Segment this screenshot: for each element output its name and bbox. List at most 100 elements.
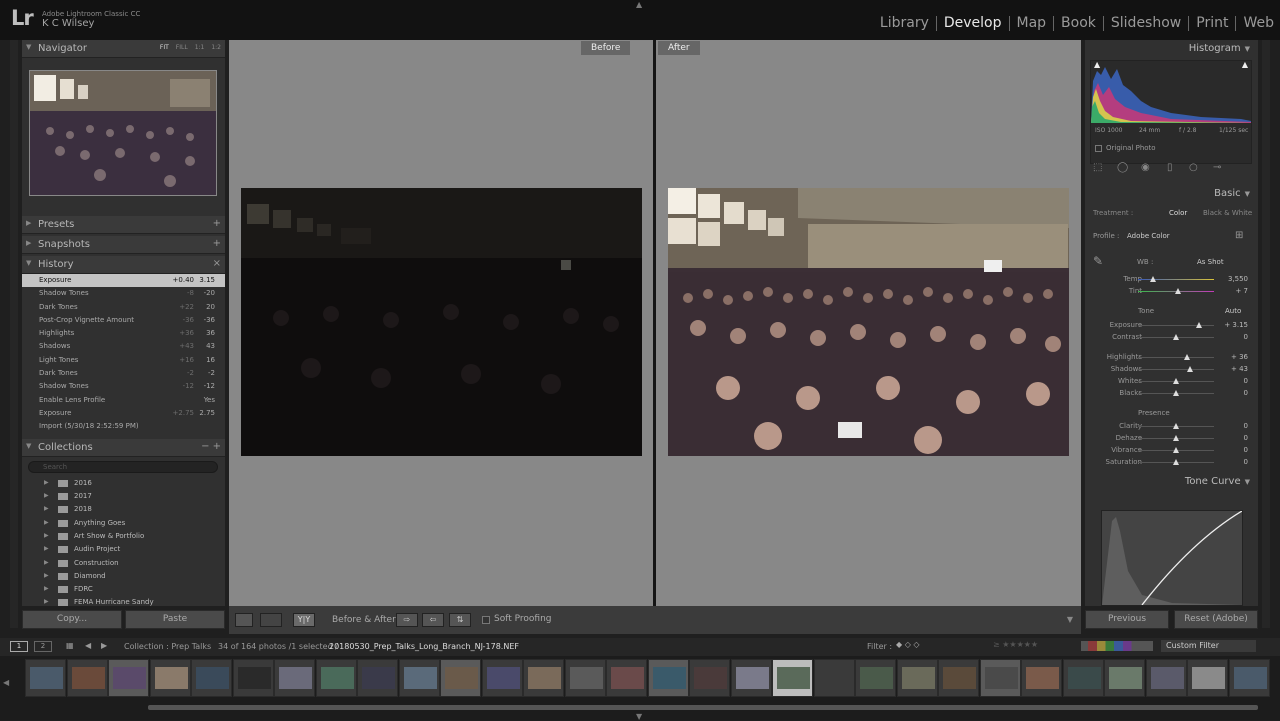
dehaze-value[interactable]: 0 [1244,434,1248,442]
filmstrip-thumbnail[interactable] [855,659,896,697]
collection-item[interactable]: ▶ 2017 [22,490,225,503]
collection-item[interactable]: ▶ Construction [22,557,225,570]
filmstrip-thumbnail[interactable] [813,659,855,697]
filmstrip-thumbnail[interactable] [564,659,606,697]
filmstrip-thumbnail[interactable] [398,659,440,697]
filmstrip-thumbnail[interactable] [1228,659,1270,697]
exposure-slider[interactable]: Exposure + 3.15 [1085,320,1258,332]
filmstrip-left-icon[interactable]: ◀ [3,678,9,687]
history-item[interactable]: Import (5/30/18 2:52:59 PM) [22,420,225,433]
zoom-1-2[interactable]: 1:2 [211,44,221,51]
snapshots-header[interactable]: ▶ Snapshots + [22,236,225,254]
window-2-button[interactable]: 2 [34,641,52,652]
before-after-mode[interactable]: Y|Y [293,613,315,627]
filmstrip-thumbnail[interactable] [647,659,689,697]
adjustment-brush-icon[interactable]: ⊸ [1213,162,1221,173]
collection-item[interactable]: ▶ 2018 [22,503,225,516]
zoom-1-1[interactable]: 1:1 [195,44,205,51]
module-print[interactable]: Print [1189,16,1237,31]
add-preset-icon[interactable]: + [213,218,221,229]
original-photo-checkbox[interactable] [1095,145,1102,152]
filmstrip-thumbnail[interactable] [108,659,149,697]
highlights-handle[interactable] [1184,354,1191,360]
window-1-button[interactable]: 1 [10,641,28,652]
clarity-value[interactable]: 0 [1244,422,1248,430]
treatment-bw[interactable]: Black & White [1203,209,1252,217]
collection-item[interactable]: ▶ Anything Goes [22,517,225,530]
filmstrip-thumbnail[interactable] [1187,659,1228,697]
left-panel-edge[interactable] [10,40,18,628]
history-item[interactable]: Dark Tones -2 -2 [22,367,225,380]
collections-search[interactable]: Search [28,461,218,473]
ref-view-icon[interactable] [260,613,282,627]
history-item[interactable]: Highlights +36 36 [22,327,225,340]
highlight-clip-icon[interactable]: ▲ [1242,60,1248,69]
rating-filter-icon[interactable]: ≥ ★★★★★ [993,640,1038,649]
histogram-header[interactable]: Histogram ▼ [1189,43,1250,54]
crop-tool-icon[interactable]: ⬚ [1093,162,1102,173]
contrast-handle[interactable] [1173,334,1179,340]
previous-button[interactable]: Previous [1085,610,1169,629]
filmstrip-thumbnail[interactable] [772,659,813,697]
filmstrip-thumbnail[interactable] [689,659,730,697]
toolbar-menu-icon[interactable]: ▼ [1067,615,1073,624]
shadows-handle[interactable] [1186,366,1193,372]
collection-item[interactable]: ▶ FEMA Hurricane Sandy [22,596,225,609]
grid-view-icon[interactable]: ▦ [66,641,74,650]
histogram-graph[interactable]: ▲ ▲ ISO 1000 24 mm f / 2.8 1/125 sec Ori… [1090,60,1252,164]
copy-after-to-before-icon[interactable]: ⇦ [422,613,444,627]
saturation-handle[interactable] [1173,459,1179,465]
shadows-value[interactable]: + 43 [1231,365,1248,373]
back-icon[interactable]: ◀ [85,641,91,650]
module-web[interactable]: Web [1236,16,1274,31]
zoom-fit[interactable]: FIT [160,44,169,51]
before-photo[interactable] [241,188,642,456]
color-label-filter[interactable] [1081,641,1153,651]
dehaze-handle[interactable] [1173,435,1179,441]
highlights-track[interactable] [1138,357,1214,358]
whites-handle[interactable] [1173,378,1179,384]
contrast-value[interactable]: 0 [1244,333,1248,341]
module-slideshow[interactable]: Slideshow [1104,16,1190,31]
collapse-top-icon[interactable]: ▲ [636,0,642,9]
collections-actions-icon[interactable]: − + [201,441,221,452]
history-item[interactable]: Exposure +0.40 3.15 [22,274,225,288]
copy-before-to-after-icon[interactable]: ⇨ [396,613,418,627]
history-item[interactable]: Shadows +43 43 [22,340,225,353]
history-header[interactable]: ▼ History × [22,256,225,274]
shadows-track[interactable] [1138,369,1214,370]
highlights-slider[interactable]: Highlights + 36 [1085,352,1258,364]
filmstrip-thumbnail[interactable] [1021,659,1062,697]
filmstrip-thumbnail[interactable] [191,659,232,697]
filmstrip-thumbnail[interactable] [274,659,315,697]
filename-label[interactable]: 20180530_Prep_Talks_Long_Branch_NJ-178.N… [329,642,519,651]
filmstrip-thumbnail[interactable] [66,659,108,697]
reset-button[interactable]: Reset (Adobe) [1174,610,1258,629]
saturation-value[interactable]: 0 [1244,458,1248,466]
blacks-slider[interactable]: Blacks 0 [1085,388,1258,400]
collection-item[interactable]: ▶ FDRC [22,583,225,596]
profile-browser-icon[interactable]: ⊞ [1235,230,1243,241]
collection-item[interactable]: ▶ Art Show & Portfolio [22,530,225,543]
radial-filter-icon[interactable]: ○ [1189,162,1198,173]
filmstrip-thumbnail[interactable] [357,659,398,697]
clarity-slider[interactable]: Clarity 0 [1085,421,1258,433]
filmstrip-thumbnail[interactable] [481,659,523,697]
forward-icon[interactable]: ▶ [101,641,107,650]
tint-handle[interactable] [1174,288,1181,294]
dehaze-slider[interactable]: Dehaze 0 [1085,433,1258,445]
filmstrip-thumbnail[interactable] [606,659,647,697]
copy-button[interactable]: Copy... [22,610,122,629]
tint-slider[interactable]: Tint + 7 [1085,286,1258,298]
filmstrip-thumbnail[interactable] [730,659,772,697]
collection-item[interactable]: ▶ Audin Project [22,543,225,556]
navigator-header[interactable]: ▼ Navigator FIT FILL 1:1 1:2 [22,40,225,58]
tint-value[interactable]: + 7 [1235,287,1248,295]
filmstrip-thumbnail[interactable] [979,659,1021,697]
swap-icon[interactable]: ⇅ [449,613,471,627]
history-item[interactable]: Enable Lens Profile Yes [22,394,225,407]
soft-proofing-checkbox[interactable] [482,616,490,624]
highlights-value[interactable]: + 36 [1231,353,1248,361]
clear-history-icon[interactable]: × [213,258,221,269]
blacks-value[interactable]: 0 [1244,389,1248,397]
